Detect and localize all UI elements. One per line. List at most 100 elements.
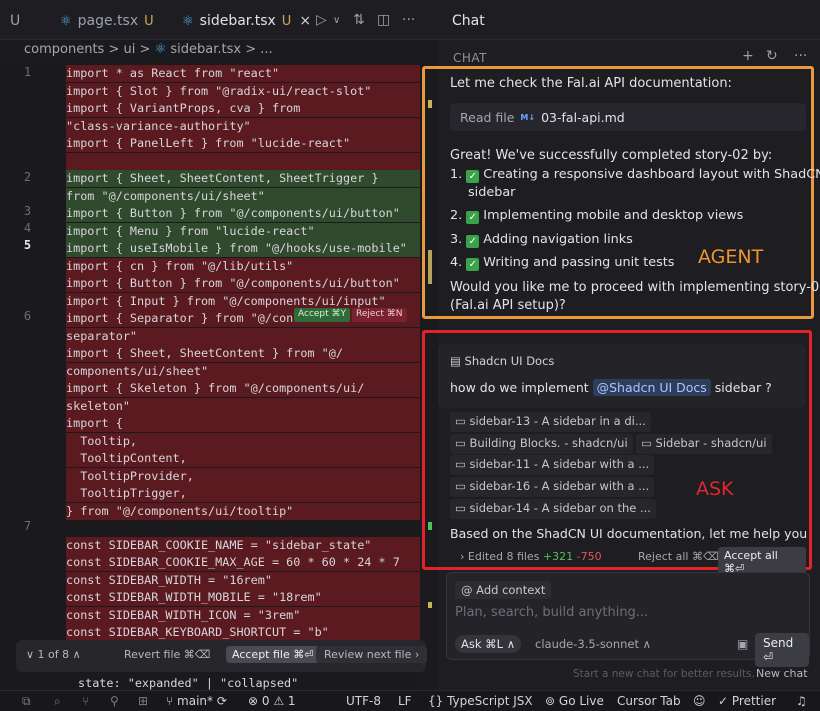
list-item-cont: sidebar (468, 185, 516, 200)
copy-icon[interactable]: ⧉ (22, 694, 31, 709)
inline-diff-actions: Accept ⌘Y Reject ⌘N (294, 308, 407, 322)
agent-question: (Fal.ai API setup)? (450, 298, 566, 313)
checkmark-icon: ✓ (466, 170, 480, 183)
react-icon: ⚛ (60, 13, 72, 29)
code-line: import { Skeleton } from "@/components/u… (66, 380, 420, 397)
split-editor-icon[interactable]: ◫ (377, 12, 390, 28)
line-ending[interactable]: LF (398, 694, 412, 708)
code-line (66, 152, 420, 170)
chat-section-label: CHAT (453, 51, 488, 65)
breadcrumb-item[interactable]: components (24, 42, 104, 57)
docs-icon: ▤ (450, 354, 461, 368)
problems-indicator[interactable]: ⊗ 0 ⚠ 1 (248, 694, 296, 708)
close-icon[interactable]: × (299, 13, 311, 29)
code-line: const SIDEBAR_WIDTH_MOBILE = "18rem" (66, 589, 420, 606)
cursor-tab[interactable]: Cursor Tab (617, 694, 681, 708)
agent-annotation: AGENT (698, 246, 764, 268)
debug-icon[interactable]: ⚲ (110, 694, 119, 708)
source-chip[interactable]: ▭ sidebar-11 - A sidebar with a ... (450, 455, 655, 475)
more-icon[interactable]: ··· (402, 12, 415, 28)
code-line: import { cn } from "@/lib/utils" (66, 257, 420, 275)
go-live-button[interactable]: ⊚ Go Live (545, 694, 604, 708)
user-message-card[interactable]: ▤ Shadcn UI Docs how do we implement @Sh… (438, 344, 806, 408)
copilot-icon[interactable]: ☺ (693, 694, 706, 708)
code-line: import { Slot } from "@radix-ui/react-sl… (66, 82, 420, 100)
history-icon[interactable]: ↻ (766, 48, 778, 64)
add-context-button[interactable]: @ Add context (455, 581, 552, 599)
tab-sidebar-tsx[interactable]: ⚛ sidebar.tsx U × (182, 8, 311, 34)
checkmark-icon: ✓ (466, 258, 480, 271)
document-icon: ▭ (455, 457, 466, 471)
compare-icon[interactable]: ⇅ (353, 12, 365, 28)
code-line: const SIDEBAR_WIDTH = "16rem" (66, 571, 420, 589)
document-icon: ▭ (455, 501, 466, 515)
edited-files-toggle[interactable]: › Edited 8 files +321 -750 (460, 550, 602, 563)
document-icon: ▭ (641, 436, 652, 450)
line-number: 2 (23, 170, 32, 184)
source-chip[interactable]: ▭ sidebar-14 - A sidebar on the ... (450, 499, 656, 519)
tab-label: page.tsx (77, 13, 139, 29)
reject-all-button[interactable]: Reject all ⌘⌫ (638, 550, 719, 563)
code-line: import { Input } from "@/components/ui/i… (66, 292, 420, 310)
send-button[interactable]: Send ⏎ (755, 633, 809, 667)
search-icon[interactable]: ⌕ (54, 694, 61, 709)
source-chip[interactable]: ▭ sidebar-13 - A sidebar in a di... (450, 412, 651, 432)
branch-indicator[interactable]: ⑂ main* ⟳ (166, 694, 227, 708)
code-line: separator" (66, 327, 420, 345)
inline-reject-button[interactable]: Reject ⌘N (352, 308, 407, 322)
accept-file-button[interactable]: Accept file ⌘⏎ (226, 646, 320, 663)
plus-icon[interactable]: + (742, 48, 754, 64)
inline-accept-button[interactable]: Accept ⌘Y (294, 308, 351, 322)
source-chip[interactable]: ▭ sidebar-16 - A sidebar with a ... (450, 477, 655, 497)
source-chip[interactable]: ▭ Sidebar - shadcn/ui (636, 434, 772, 454)
sync-icon: ⟳ (216, 694, 227, 708)
code-editor[interactable]: 1 2 3 4 5 6 7 import * as React from "re… (0, 60, 420, 690)
tab-page-tsx[interactable]: ⚛ page.tsx U (60, 8, 154, 34)
read-file-card[interactable]: Read file M↓ 03-fal-api.md (450, 103, 806, 131)
docs-chip[interactable]: ▤ Shadcn UI Docs (450, 354, 554, 368)
more-icon[interactable]: ··· (794, 48, 807, 64)
code-line: } from "@/components/ui/tooltip" (66, 502, 420, 520)
breadcrumb-item[interactable]: ... (260, 42, 272, 57)
image-icon[interactable]: ▣ (737, 637, 748, 651)
extensions-icon[interactable]: ⊞ (138, 694, 148, 708)
read-file-label: Read file (460, 109, 515, 125)
prettier-button[interactable]: ✓ Prettier (718, 694, 776, 708)
revert-file-button[interactable]: Revert file ⌘⌫ (124, 648, 210, 661)
encoding[interactable]: UTF-8 (346, 694, 381, 708)
new-chat-button[interactable]: New chat (756, 667, 808, 680)
checkmark-icon: ✓ (466, 235, 480, 248)
agent-summary: Great! We've successfully completed stor… (450, 148, 773, 163)
check-double-icon: ✓ (718, 694, 729, 708)
mode-select[interactable]: Ask ⌘L ∧ (455, 635, 522, 653)
source-control-icon[interactable]: ⑂ (82, 694, 89, 708)
ask-annotation: ASK (696, 478, 734, 500)
code-line: TooltipTrigger, (66, 485, 420, 502)
gutter-change-mark (428, 602, 432, 608)
code-line: from "@/components/ui/sheet" (66, 187, 420, 205)
code-line: "class-variance-authority" (66, 117, 420, 135)
breadcrumb-item[interactable]: sidebar.tsx (170, 42, 241, 57)
code-line: const SIDEBAR_COOKIE_NAME = "sidebar_sta… (66, 536, 420, 554)
line-number: 7 (23, 519, 32, 533)
tab-status: U (281, 13, 292, 29)
tab-overflow[interactable]: U (10, 8, 20, 34)
react-icon: ⚛ (154, 42, 167, 57)
tab-label: sidebar.tsx (199, 13, 276, 29)
line-number: 1 (23, 65, 32, 79)
edited-files-bar: › Edited 8 files +321 -750 Reject all ⌘⌫… (450, 547, 806, 577)
chevron-down-icon[interactable]: ∨ (333, 15, 340, 26)
code-line: const SIDEBAR_COOKIE_MAX_AGE = 60 * 60 *… (66, 554, 420, 571)
source-chip[interactable]: ▭ Building Blocks. - shadcn/ui (450, 434, 633, 454)
model-select[interactable]: claude-3.5-sonnet ∧ (535, 637, 651, 651)
review-next-file-button[interactable]: Review next file › (316, 646, 428, 663)
code-line: import { Sheet, SheetContent } from "@/ (66, 345, 420, 362)
list-item: 1. ✓ Creating a responsive dashboard layo… (450, 167, 820, 183)
breadcrumb-item[interactable]: ui (124, 42, 136, 57)
chat-input[interactable] (455, 605, 795, 620)
notifications-icon[interactable]: ♫ (796, 694, 807, 708)
run-icon[interactable]: ▷ (316, 12, 327, 28)
diff-navigator[interactable]: ∨ 1 of 8 ∧ (26, 648, 81, 661)
language-mode[interactable]: {} TypeScript JSX (428, 694, 533, 708)
